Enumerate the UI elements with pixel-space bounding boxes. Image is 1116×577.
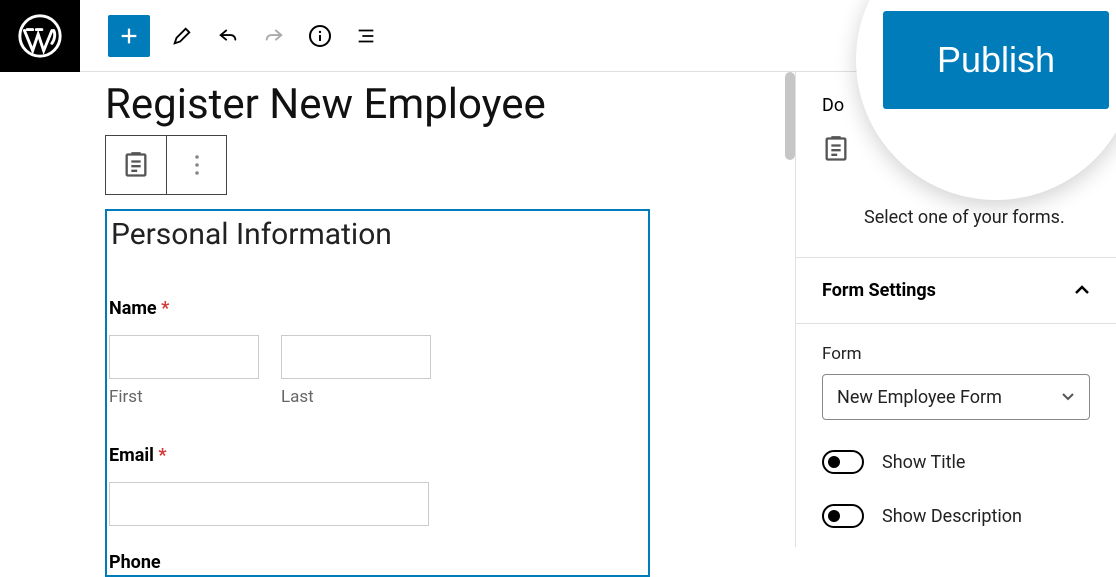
undo-icon [216, 25, 240, 47]
block-more-button[interactable] [166, 136, 226, 194]
form-icon [822, 135, 850, 163]
redo-icon [262, 25, 286, 47]
show-description-row: Show Description [822, 504, 1090, 528]
block-description-icon [822, 135, 850, 231]
block-type-button[interactable] [106, 136, 166, 194]
form-section-heading: Personal Information [109, 213, 646, 260]
form-select-value: New Employee Form [837, 387, 1002, 408]
phone-label: Phone [109, 552, 646, 573]
form-settings-body: Form New Employee Form Show Title Show D… [796, 324, 1116, 548]
editor-canvas: Register New Employee Personal Informati… [0, 72, 796, 547]
first-name-sublabel: First [109, 387, 259, 407]
undo-button[interactable] [214, 22, 242, 50]
outline-button[interactable] [352, 22, 380, 50]
form-settings-heading-label: Form Settings [822, 280, 936, 301]
show-description-label: Show Description [882, 506, 1022, 527]
last-name-sublabel: Last [281, 387, 431, 407]
required-marker: * [161, 298, 169, 319]
toolbar-left-group [80, 15, 380, 57]
page-title[interactable]: Register New Employee [105, 80, 795, 129]
name-label-text: Name [109, 298, 157, 319]
info-button[interactable] [306, 22, 334, 50]
form-settings-toggle[interactable]: Form Settings [796, 258, 1116, 324]
form-select-label: Form [822, 344, 1090, 364]
edit-button[interactable] [168, 22, 196, 50]
email-label-text: Email [109, 445, 154, 466]
chevron-up-icon [1074, 280, 1090, 301]
publish-button[interactable]: Publish [883, 11, 1109, 109]
show-title-row: Show Title [822, 450, 1090, 474]
kebab-icon [194, 154, 200, 176]
form-icon [122, 151, 150, 179]
first-name-input[interactable] [109, 335, 259, 379]
show-description-toggle[interactable] [822, 504, 864, 528]
plus-icon [118, 25, 140, 47]
scrollbar-thumb[interactable] [785, 72, 795, 160]
add-block-button[interactable] [108, 15, 150, 57]
name-label: Name * [109, 298, 646, 319]
form-block[interactable]: Personal Information Name * First Last E… [105, 209, 650, 577]
info-icon [308, 24, 332, 48]
pencil-icon [171, 25, 193, 47]
chevron-down-icon [1061, 392, 1075, 402]
email-label: Email * [109, 445, 646, 466]
redo-button [260, 22, 288, 50]
wordpress-icon [18, 14, 62, 58]
email-input[interactable] [109, 482, 429, 526]
show-title-label: Show Title [882, 452, 965, 473]
required-marker: * [158, 445, 166, 466]
wordpress-logo[interactable] [0, 0, 80, 72]
show-title-toggle[interactable] [822, 450, 864, 474]
tab-document[interactable]: Do [822, 95, 844, 116]
form-select[interactable]: New Employee Form [822, 374, 1090, 420]
list-outline-icon [355, 25, 377, 47]
block-toolbar [105, 135, 227, 195]
last-name-input[interactable] [281, 335, 431, 379]
